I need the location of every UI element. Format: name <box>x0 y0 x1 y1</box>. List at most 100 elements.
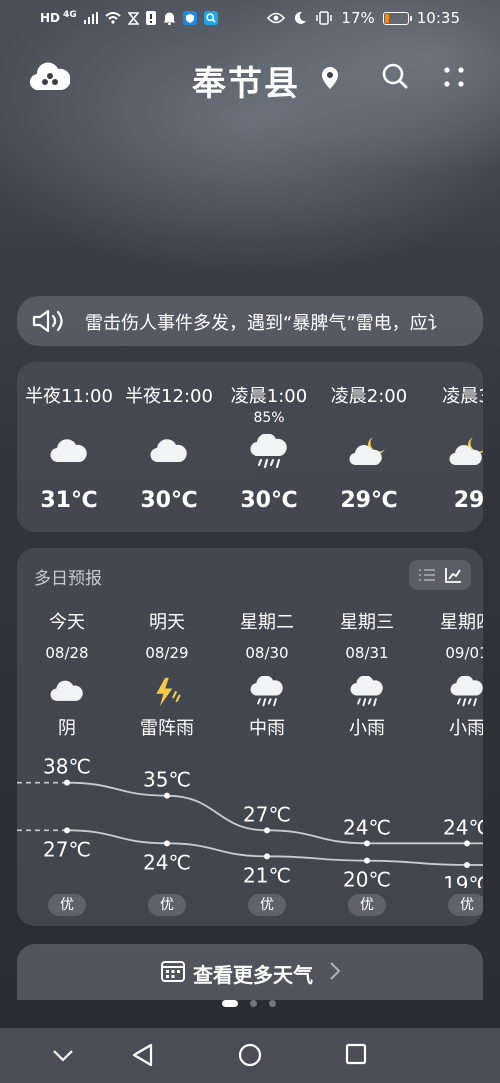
low-temp-label: 27℃ <box>43 837 91 861</box>
status-bar: HD 4G 17% 10:35 <box>0 0 500 38</box>
eye-icon <box>267 12 286 24</box>
high-temp-point <box>264 827 270 834</box>
network-label: 4G <box>63 10 77 20</box>
view-toggle[interactable] <box>409 560 471 590</box>
daily-item: 今天 08/28 阴 <box>17 608 117 739</box>
hourly-temp: 30℃ <box>140 488 198 513</box>
battery-level <box>384 13 389 23</box>
battery-icon <box>382 11 412 25</box>
list-view-icon[interactable] <box>418 566 436 584</box>
hourly-item: 凌晨3: 29 <box>419 382 483 513</box>
day-condition: 中雨 <box>249 718 285 739</box>
hourly-forecast-card[interactable]: 半夜11:00 31℃ 半夜12:00 30℃ 凌晨1:00 85% 30℃ 凌晨2:00 29… <box>17 362 483 532</box>
high-temp-label: 27℃ <box>243 802 291 826</box>
day-name: 星期二 <box>240 612 294 633</box>
rain-cloud-icon <box>350 675 383 707</box>
weather-alert-banner[interactable]: 雷击伤人事件多发，遇到“暴脾气”雷电，应讠 <box>17 296 483 346</box>
moon-icon <box>295 11 307 24</box>
hourly-time: 凌晨3: <box>442 386 483 407</box>
hourly-time: 半夜11:00 <box>25 386 113 407</box>
recent-apps-square-icon[interactable] <box>345 1043 367 1065</box>
low-temp-point <box>64 827 70 834</box>
header: 奉节县 <box>0 48 500 108</box>
status-left: HD 4G <box>40 10 218 25</box>
calendar-icon <box>161 961 185 982</box>
rain-cloud-icon <box>250 433 287 469</box>
thunder-icon <box>156 677 181 707</box>
moon-cloud-icon <box>349 437 385 466</box>
chart-view-icon[interactable] <box>444 566 462 584</box>
day-icon-wrap <box>49 676 85 708</box>
high-temp-label: 38℃ <box>43 755 91 779</box>
vibrate-icon <box>316 11 333 25</box>
temperature-chart: 38℃ 35℃ 27℃ 24℃ 24℃ 27℃ 24℃ 21℃ 20℃ 19℃ <box>17 755 483 888</box>
more-menu-icon[interactable] <box>443 66 467 90</box>
daily-forecast-title: 多日预报 <box>34 569 102 589</box>
signal-icon <box>83 12 98 24</box>
alert-text: 雷击伤人事件多发，遇到“暴脾气”雷电，应讠 <box>85 313 446 334</box>
high-temp-point <box>64 779 70 786</box>
day-name: 星期三 <box>340 612 394 633</box>
hourly-icon-wrap <box>49 434 89 474</box>
moon-cloud-icon <box>449 437 483 466</box>
day-name: 明天 <box>149 612 185 633</box>
high-temp-label: 35℃ <box>143 768 191 792</box>
day-date: 08/31 <box>345 644 389 662</box>
chevron-down-icon[interactable] <box>52 1049 74 1063</box>
daily-item: 明天 08/29 雷阵雨 <box>117 608 217 739</box>
back-triangle-icon[interactable] <box>132 1043 154 1067</box>
cloud-icon <box>50 680 83 701</box>
page-dot-active <box>222 1000 238 1007</box>
hourly-temp: 29℃ <box>340 488 398 513</box>
chevron-right-icon <box>330 962 341 980</box>
day-icon-wrap <box>449 675 483 708</box>
search-icon[interactable] <box>381 62 409 90</box>
weather-logo-icon[interactable] <box>30 60 70 94</box>
hourly-temp: 31℃ <box>40 488 98 513</box>
hourglass-icon <box>127 11 139 25</box>
hourly-item: 凌晨2:00 29℃ <box>319 382 419 513</box>
daily-forecast-card[interactable]: 多日预报 38℃ 35℃ 27℃ 24℃ 24℃ 27℃ 24℃ 21℃ 20℃ 19℃ 今天 08… <box>17 548 483 926</box>
wifi-icon <box>105 12 121 24</box>
day-condition: 小雨 <box>349 718 385 739</box>
daily-item: 星期二 08/30 中雨 <box>217 608 317 739</box>
day-name: 星期四 <box>440 612 483 633</box>
cloud-icon <box>150 439 187 463</box>
hourly-item: 半夜12:00 30℃ <box>119 382 219 513</box>
hourly-time: 凌晨1:00 <box>230 386 308 407</box>
precip-probability: 85% <box>253 410 285 426</box>
home-circle-icon[interactable] <box>238 1043 262 1067</box>
speaker-icon <box>32 309 63 333</box>
daily-item: 星期四 09/01 小雨 <box>417 608 483 739</box>
day-date: 08/28 <box>45 644 89 662</box>
status-time: 10:35 <box>416 9 460 27</box>
hourly-time: 凌晨2:00 <box>330 386 408 407</box>
more-weather-label: 查看更多天气 <box>193 963 313 987</box>
day-icon-wrap <box>349 675 385 708</box>
cloud-icon <box>50 439 87 463</box>
day-condition: 小雨 <box>449 718 483 739</box>
page-dot <box>250 1000 257 1007</box>
aqi-badge: 优 <box>348 894 386 916</box>
more-weather-button[interactable]: 查看更多天气 <box>17 944 483 1000</box>
low-temp-label: 24℃ <box>143 850 191 874</box>
aqi-badge: 优 <box>48 894 86 916</box>
page-dot <box>269 1000 276 1007</box>
hourly-icon-wrap <box>349 434 389 474</box>
city-name[interactable]: 奉节县 <box>192 56 300 105</box>
location-pin-icon <box>322 67 338 89</box>
low-temp-label: 19℃ <box>443 872 483 888</box>
hourly-item: 半夜11:00 31℃ <box>19 382 119 513</box>
bell-icon <box>163 12 176 25</box>
battery-percent: 17% <box>341 9 375 27</box>
rain-cloud-icon <box>450 675 483 707</box>
hourly-icon-wrap <box>449 434 483 474</box>
low-temp-point <box>364 857 370 864</box>
aqi-badge: 优 <box>448 894 483 916</box>
system-navigation-bar <box>0 1028 500 1083</box>
high-temp-label: 24℃ <box>443 815 483 839</box>
day-icon-wrap <box>149 676 185 708</box>
hourly-item: 凌晨1:00 85% 30℃ <box>219 382 319 513</box>
high-temp-point <box>164 792 170 799</box>
high-temp-label: 24℃ <box>343 815 391 839</box>
